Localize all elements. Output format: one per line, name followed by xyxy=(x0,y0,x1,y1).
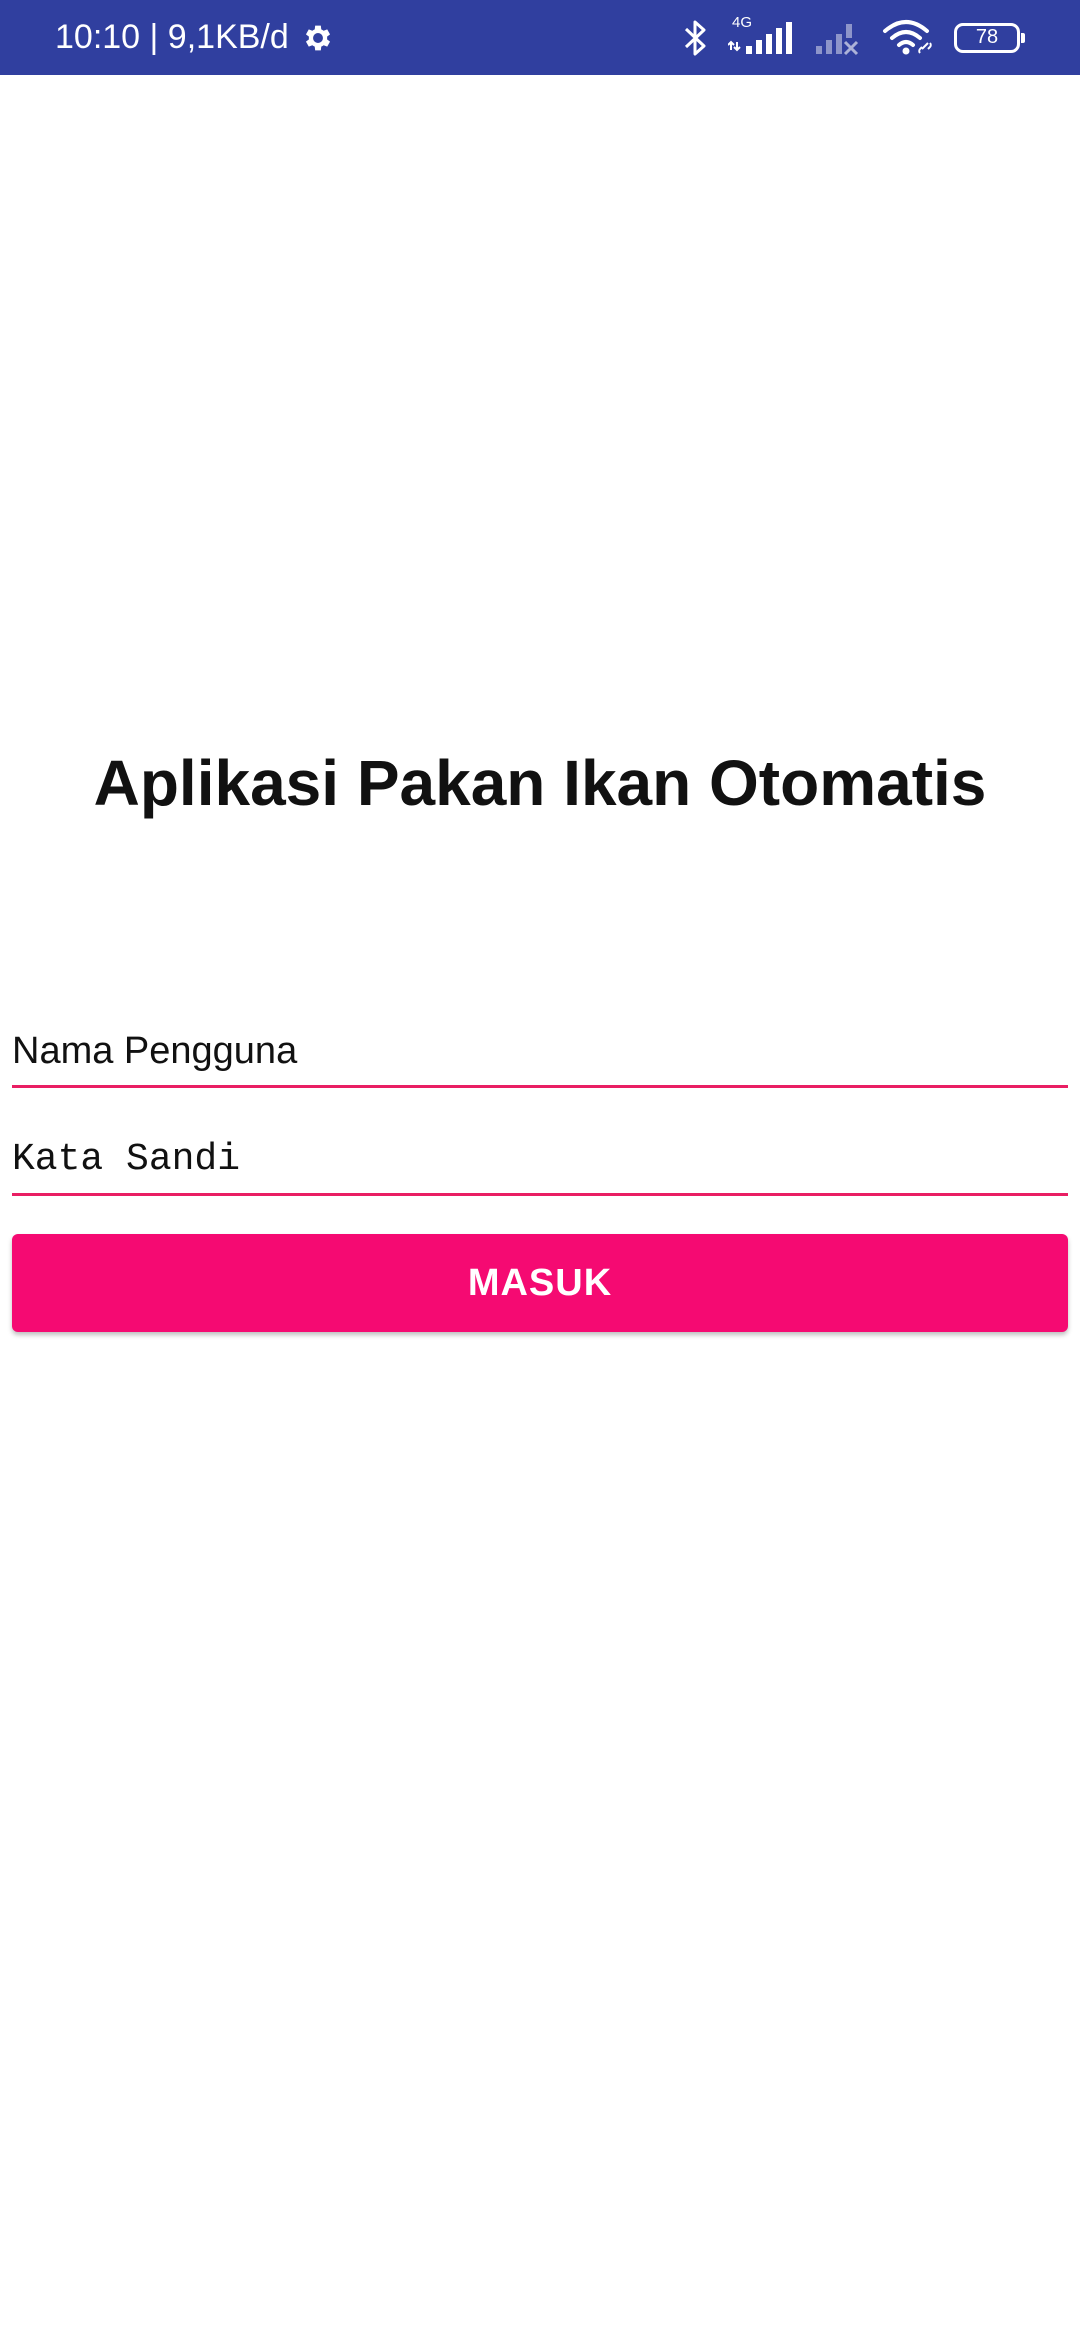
signal-no-service-icon xyxy=(814,20,862,56)
username-field[interactable] xyxy=(12,1018,1068,1088)
battery-icon: 78 xyxy=(954,22,1025,53)
wifi-icon xyxy=(882,19,934,57)
network-type-label: 4G xyxy=(732,13,753,31)
battery-level: 78 xyxy=(975,26,999,48)
status-left: 10:10 | 9,1KB/d xyxy=(55,0,335,75)
status-right: 4G 78 xyxy=(682,0,1025,75)
bluetooth-icon xyxy=(682,18,708,58)
page-title: Aplikasi Pakan Ikan Otomatis xyxy=(93,747,987,819)
signal-icon: 4G xyxy=(728,14,794,56)
login-button[interactable]: MASUK xyxy=(12,1234,1068,1332)
status-bar: 10:10 | 9,1KB/d 4G 78 xyxy=(0,0,1080,75)
password-field[interactable] xyxy=(12,1126,1068,1196)
status-time-speed: 10:10 | 9,1KB/d xyxy=(55,18,289,56)
gear-icon xyxy=(301,21,335,55)
